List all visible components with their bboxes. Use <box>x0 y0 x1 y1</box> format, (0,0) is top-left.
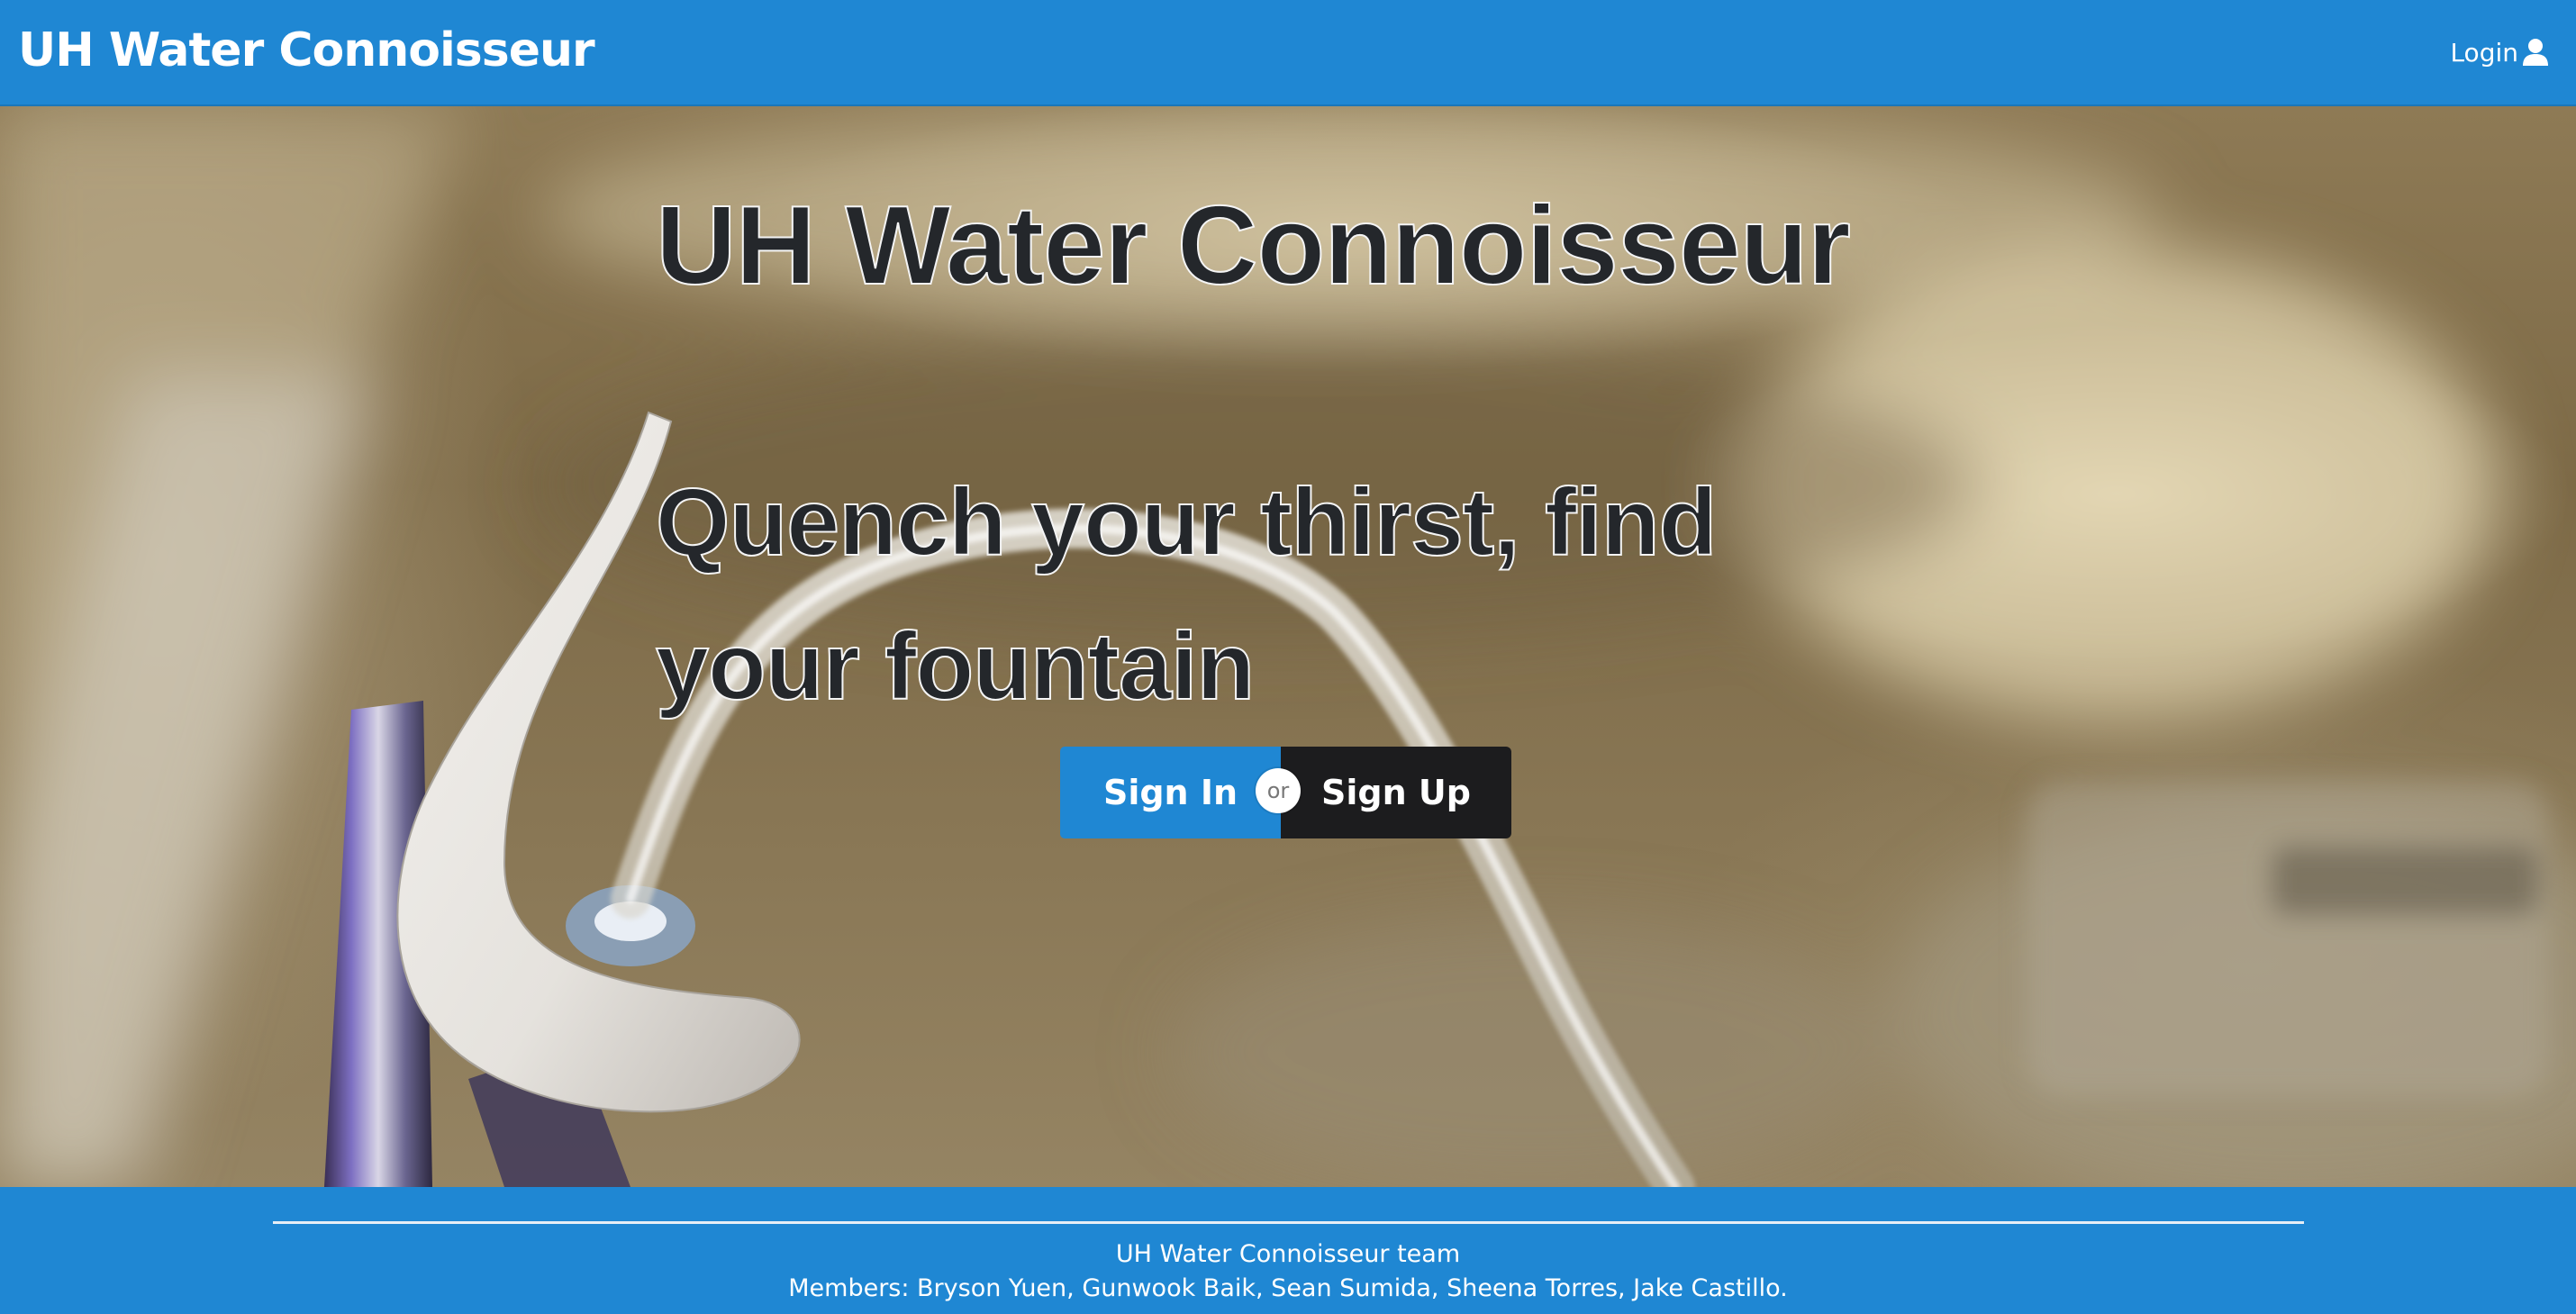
hero-title: UH Water Connoisseur <box>655 183 1852 309</box>
or-divider: or <box>1256 768 1301 813</box>
auth-button-group: Sign In Sign Up or <box>1060 747 1511 838</box>
hero-section: UH Water Connoisseur Quench your thirst,… <box>0 106 2576 1187</box>
hero-tagline: Quench your thirst, find your fountain <box>655 468 1718 720</box>
page-footer: UH Water Connoisseur team Members: Bryso… <box>0 1187 2576 1314</box>
navbar-brand[interactable]: UH Water Connoisseur <box>18 16 595 85</box>
login-dropdown[interactable]: Login <box>2450 32 2549 72</box>
footer-divider <box>273 1221 2304 1224</box>
sign-up-button[interactable]: Sign Up <box>1281 747 1511 838</box>
login-label: Login <box>2450 37 2518 68</box>
landing-page: UH Water Connoisseur Login UH Water Conn… <box>0 0 2576 1314</box>
footer-team-name: UH Water Connoisseur team <box>1115 1240 1461 1268</box>
sign-in-button[interactable]: Sign In <box>1060 747 1281 838</box>
top-navbar: UH Water Connoisseur Login <box>0 0 2576 106</box>
footer-members: Members: Bryson Yuen, Gunwook Baik, Sean… <box>788 1274 1788 1302</box>
user-icon <box>2522 38 2549 67</box>
